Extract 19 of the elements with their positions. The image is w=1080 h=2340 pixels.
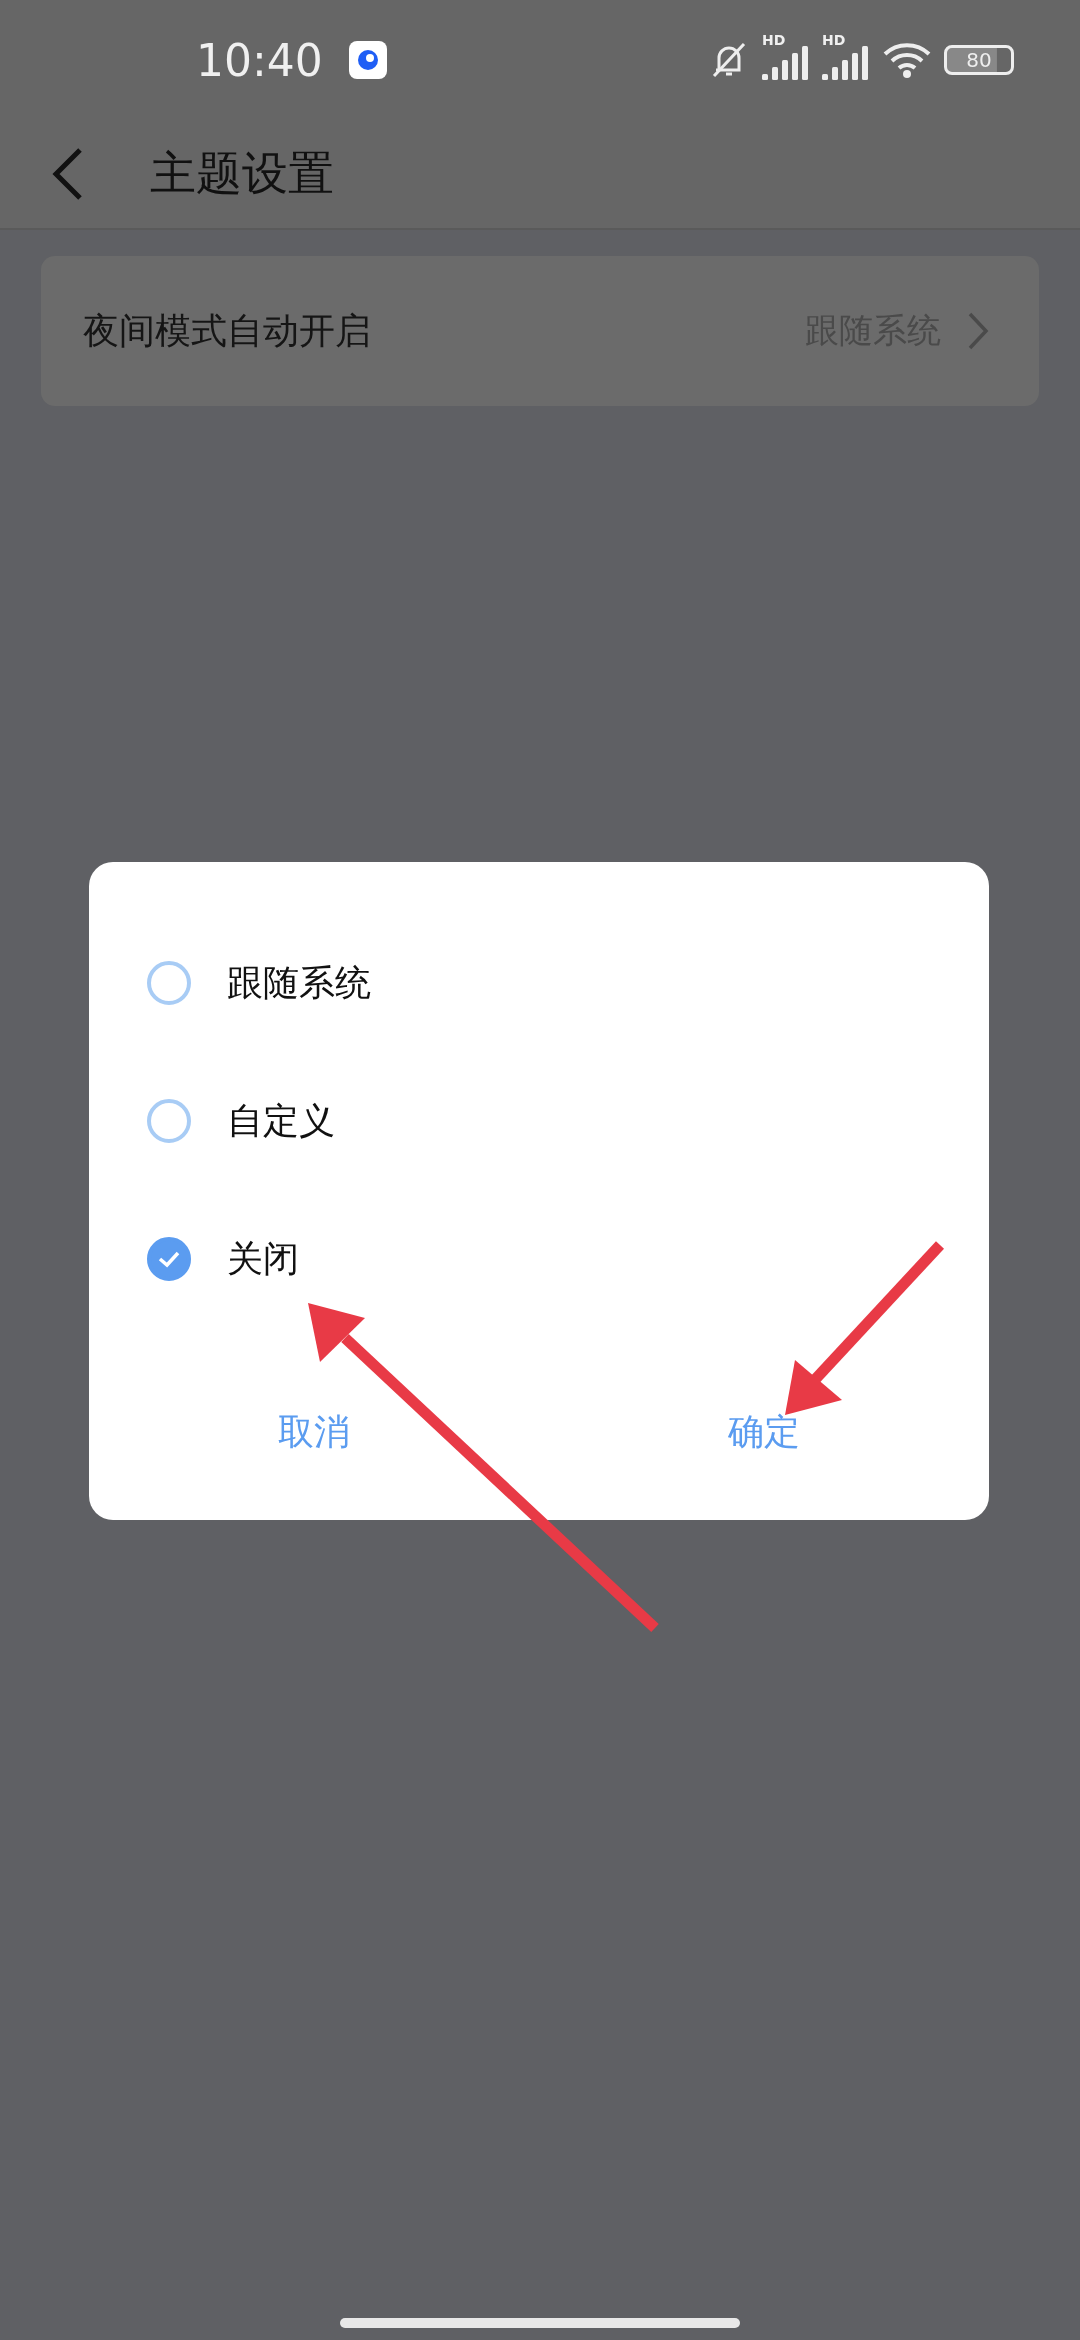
- signal-icon: [822, 44, 870, 80]
- page-title: 主题设置: [150, 145, 334, 202]
- check-icon: [157, 1249, 181, 1269]
- wifi-icon: [882, 40, 932, 80]
- home-indicator[interactable]: [340, 2318, 740, 2328]
- signal-icon: [762, 44, 810, 80]
- status-time: 10:40: [196, 34, 323, 86]
- setting-label: 夜间模式自动开启: [83, 308, 372, 353]
- hd-label: HD: [762, 32, 786, 48]
- option-label[interactable]: 关闭: [227, 1234, 299, 1284]
- battery-icon: 80: [944, 45, 1014, 75]
- option-label[interactable]: 自定义: [227, 1096, 335, 1146]
- radio-button[interactable]: [147, 1237, 191, 1281]
- radio-button[interactable]: [147, 961, 191, 1005]
- option-label[interactable]: 跟随系统: [227, 958, 371, 1008]
- radio-button[interactable]: [147, 1099, 191, 1143]
- hd-label: HD: [822, 32, 846, 48]
- app-icon: [348, 41, 387, 79]
- chevron-icon: [967, 311, 989, 351]
